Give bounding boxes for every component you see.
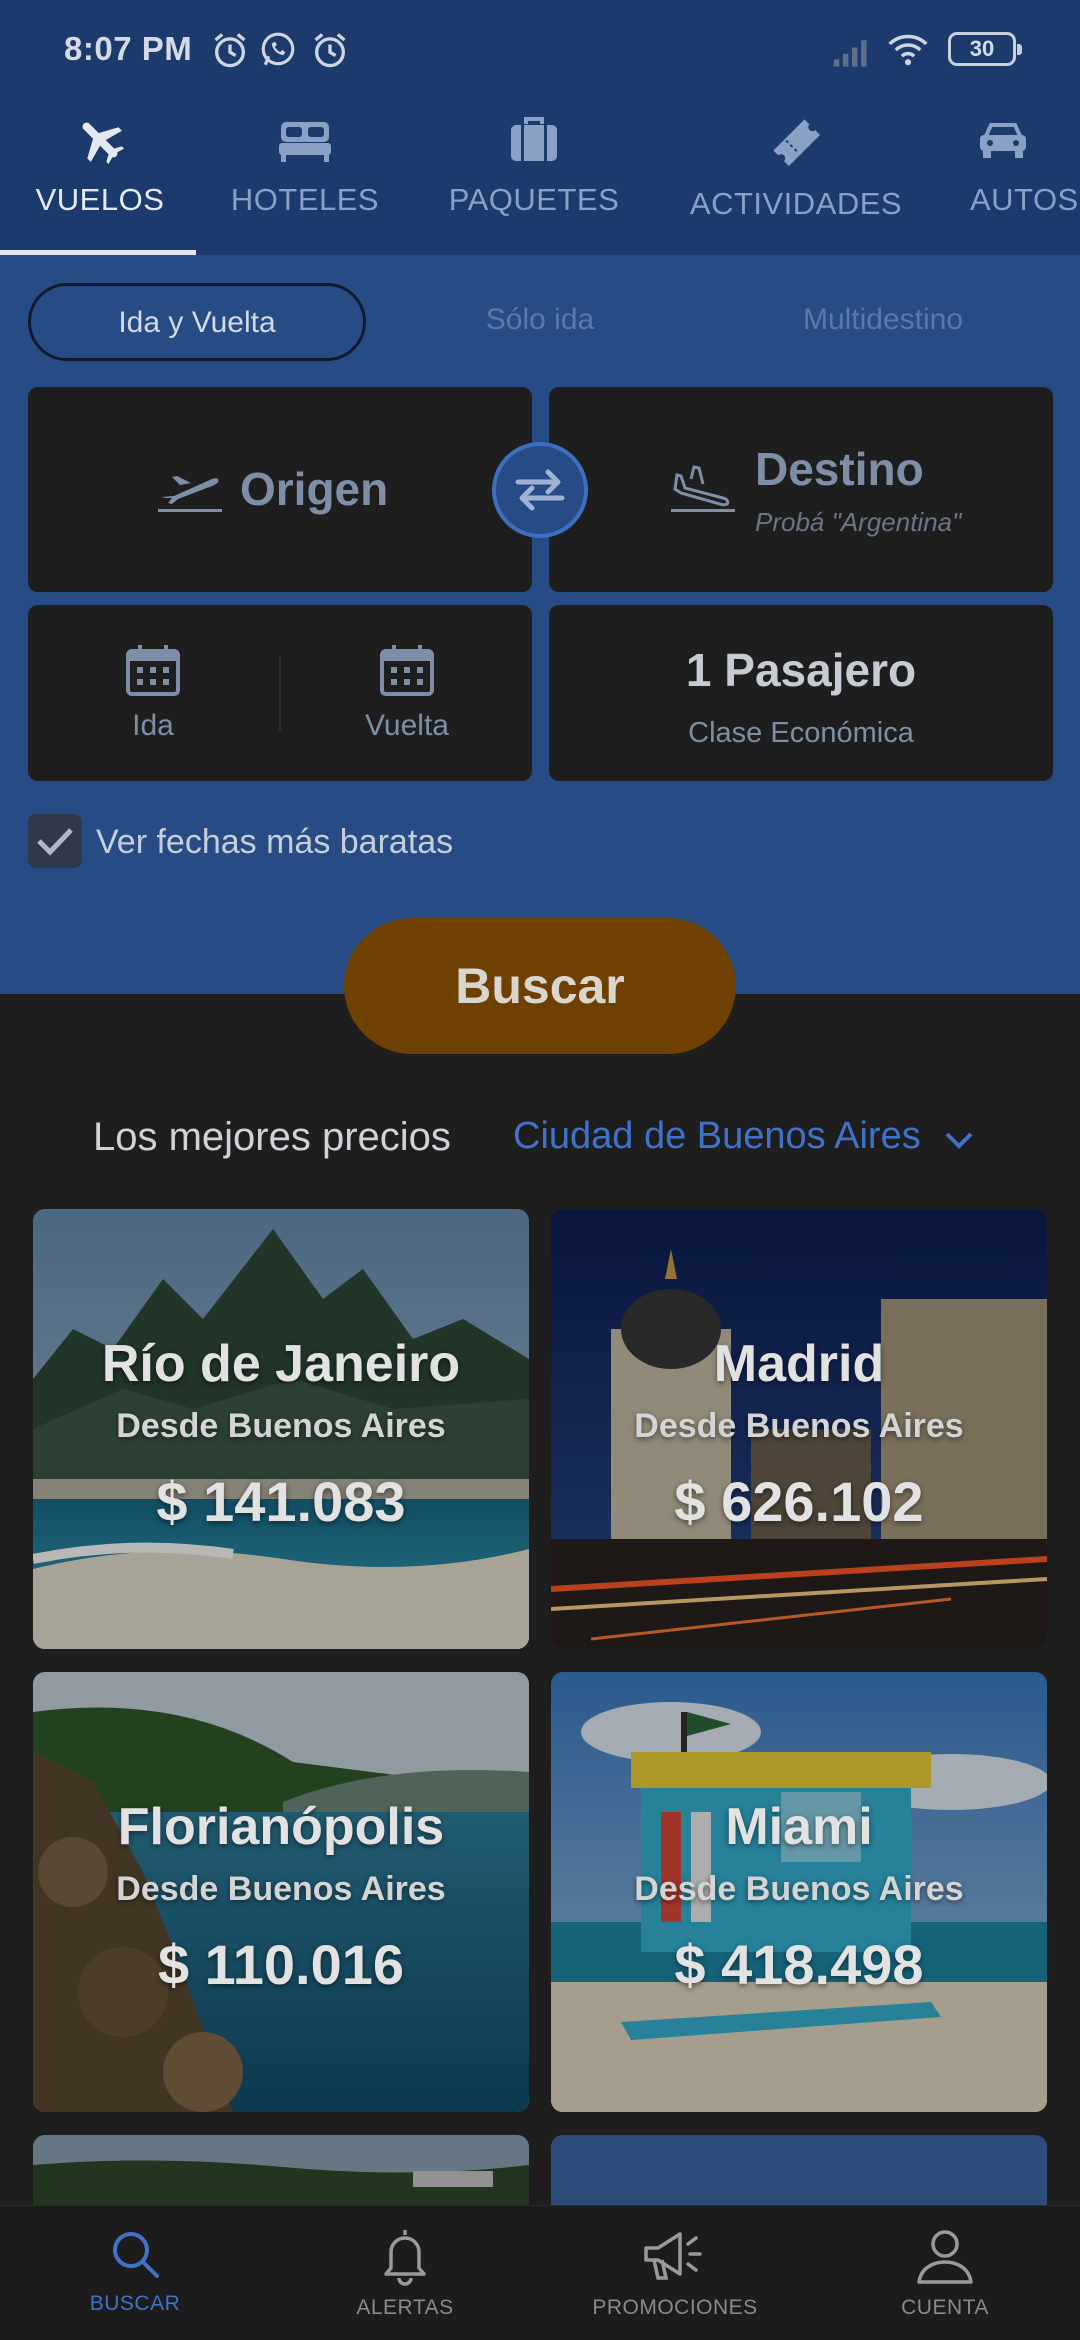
megaphone-icon	[644, 2232, 702, 2280]
cheapest-dates-checkbox[interactable]	[28, 814, 82, 868]
trip-type-round-trip[interactable]: Ida y Vuelta	[28, 283, 366, 361]
card-price: $ 418.498	[674, 1933, 924, 1996]
product-tabs: VUELOS HOTELES PAQUETES ACTIVIDADES AUTO…	[0, 100, 1080, 255]
bell-icon	[384, 2230, 426, 2286]
swap-arrows-icon	[515, 469, 565, 511]
status-bar: 8:07 PM 30	[0, 0, 1080, 100]
dates-field: Ida Vuelta	[28, 605, 532, 781]
nav-promociones[interactable]: PROMOCIONES	[540, 2206, 810, 2340]
nav-label: CUENTA	[901, 2296, 989, 2319]
airplane-icon	[82, 122, 125, 165]
destination-card[interactable]: Madrid Desde Buenos Aires $ 626.102	[551, 1209, 1047, 1649]
calendar-icon	[380, 645, 434, 696]
flight-search-panel: Ida y Vuelta Sólo ida Multidestino Orige…	[0, 255, 1080, 994]
destination-card[interactable]: Florianópolis Desde Buenos Aires $ 110.0…	[33, 1672, 529, 2112]
bed-icon	[279, 122, 331, 162]
tab-label: AUTOS	[970, 182, 1079, 217]
card-title: Madrid	[713, 1335, 885, 1393]
date-divider	[279, 657, 281, 731]
car-icon	[980, 123, 1026, 158]
return-label: Vuelta	[365, 709, 449, 742]
checkmark-icon	[37, 828, 73, 856]
card-price: $ 141.083	[156, 1470, 406, 1533]
card-price: $ 626.102	[674, 1470, 924, 1533]
cabin-class: Clase Económica	[688, 717, 914, 749]
signal-icon	[833, 40, 867, 67]
destination-card[interactable]	[33, 2135, 529, 2215]
best-prices-title: Los mejores precios	[93, 1115, 451, 1159]
destination-card[interactable]	[551, 2135, 1047, 2215]
whatsapp-icon	[261, 32, 295, 66]
trip-type-multi-destination[interactable]: Multidestino	[714, 283, 1052, 361]
chevron-down-icon[interactable]	[944, 1130, 974, 1150]
calendar-icon	[126, 645, 180, 696]
bottom-navigation: BUSCAR ALERTAS PROMOCIONES CUENTA	[0, 2205, 1080, 2340]
app-header: 8:07 PM 30 VUELOS HOTELES PAQUETES ACTIV…	[0, 0, 1080, 255]
user-icon	[917, 2230, 973, 2284]
tab-vuelos[interactable]: VUELOS	[20, 100, 180, 255]
landing-icon	[671, 465, 735, 512]
tab-paquetes[interactable]: PAQUETES	[446, 100, 622, 255]
alarm-icon	[214, 33, 246, 68]
card-title: Miami	[725, 1798, 873, 1856]
trip-type-one-way[interactable]: Sólo ida	[371, 283, 709, 361]
card-title: Río de Janeiro	[101, 1335, 461, 1393]
passenger-count: 1 Pasajero	[685, 644, 917, 696]
trip-type-selector: Ida y Vuelta Sólo ida Multidestino	[28, 283, 1052, 361]
card-subtitle: Desde Buenos Aires	[116, 1407, 446, 1445]
passengers-field[interactable]: 1 Pasajero Clase Económica	[549, 605, 1053, 781]
status-time: 8:07 PM	[64, 30, 193, 67]
departure-date-picker[interactable]: Ida	[28, 605, 278, 781]
nav-label: ALERTAS	[356, 2296, 454, 2319]
card-subtitle: Desde Buenos Aires	[634, 1407, 964, 1445]
card-subtitle: Desde Buenos Aires	[116, 1870, 446, 1908]
origin-label: Origen	[240, 463, 389, 515]
nav-alertas[interactable]: ALERTAS	[270, 2206, 540, 2340]
search-button[interactable]: Buscar	[344, 918, 736, 1054]
tab-label: ACTIVIDADES	[689, 186, 903, 221]
tab-autos[interactable]: AUTOS	[966, 100, 1080, 255]
card-overlay	[33, 2135, 529, 2215]
tab-hoteles[interactable]: HOTELES	[225, 100, 385, 255]
suitcase-icon	[511, 117, 557, 161]
origin-field[interactable]: Origen	[28, 387, 532, 592]
swap-origin-destination-button[interactable]	[492, 442, 588, 538]
tab-actividades[interactable]: ACTIVIDADES	[688, 100, 904, 255]
nav-label: BUSCAR	[89, 2292, 181, 2315]
takeoff-icon	[158, 476, 222, 512]
battery-indicator: 30	[948, 32, 1022, 66]
destination-hint: Probá "Argentina"	[755, 507, 962, 537]
tab-label: HOTELES	[230, 182, 380, 217]
nav-label: PROMOCIONES	[592, 2296, 758, 2319]
nav-buscar[interactable]: BUSCAR	[0, 2206, 270, 2340]
departure-label: Ida	[132, 709, 174, 742]
battery-level: 30	[969, 36, 995, 61]
return-date-picker[interactable]: Vuelta	[282, 605, 532, 781]
destination-field[interactable]: Destino Probá "Argentina"	[549, 387, 1053, 592]
alarm-icon	[314, 33, 346, 68]
nav-cuenta[interactable]: CUENTA	[810, 2206, 1080, 2340]
card-overlay	[551, 2135, 1047, 2215]
tab-label: VUELOS	[35, 182, 165, 217]
wifi-icon	[888, 34, 928, 66]
card-subtitle: Desde Buenos Aires	[634, 1870, 964, 1908]
best-prices-city-selector[interactable]: Ciudad de Buenos Aires	[513, 1115, 921, 1158]
search-icon	[113, 2232, 159, 2278]
tab-label: PAQUETES	[448, 182, 620, 217]
destination-card[interactable]: Miami Desde Buenos Aires $ 418.498	[551, 1672, 1047, 2112]
card-price: $ 110.016	[157, 1933, 405, 1996]
destination-label: Destino	[755, 443, 924, 495]
destination-card[interactable]: Río de Janeiro Desde Buenos Aires $ 141.…	[33, 1209, 529, 1649]
cheapest-dates-label: Ver fechas más baratas	[96, 823, 454, 861]
ticket-icon	[773, 119, 821, 167]
card-title: Florianópolis	[117, 1798, 445, 1856]
